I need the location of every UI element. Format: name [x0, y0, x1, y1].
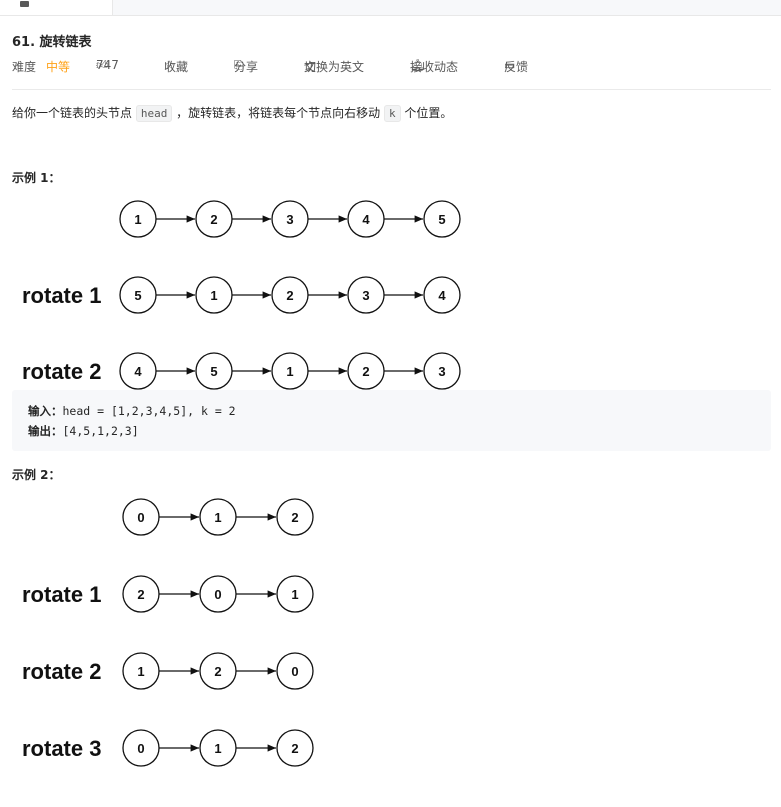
desc-text-1: 给你一个链表的头节点 — [12, 106, 136, 120]
tab-bar — [0, 0, 781, 16]
node-value: 2 — [362, 364, 369, 379]
node-value: 1 — [286, 364, 293, 379]
node-value: 0 — [291, 664, 298, 679]
node-value: 1 — [214, 741, 221, 756]
page-title: 61. 旋转链表 — [12, 35, 92, 50]
code-head: head — [135, 105, 173, 122]
tab-description[interactable] — [0, 0, 113, 15]
problem-description: 给你一个链表的头节点 head ，旋转链表，将链表每个节点向右移动 k 个位置。 — [12, 104, 453, 122]
input-label: 输入： — [28, 404, 63, 418]
node-value: 2 — [291, 741, 298, 756]
like-count: 747 — [96, 58, 119, 72]
node-value: 1 — [137, 664, 144, 679]
example-1-title: 示例 1： — [12, 171, 61, 185]
node-value: 0 — [214, 587, 221, 602]
input-value: head = [1,2,3,4,5], k = 2 — [62, 404, 236, 418]
example-1-io-block: 输入：head = [1,2,3,4,5], k = 2 输出：[4,5,1,2… — [12, 390, 771, 451]
node-value: 4 — [362, 212, 370, 227]
rotate-label: rotate 1 — [22, 582, 101, 607]
tab-icon — [20, 1, 29, 7]
subscribe-label: 接收动态 — [410, 60, 459, 74]
divider — [12, 89, 771, 90]
output-label: 输出： — [28, 424, 63, 438]
rotate-label: rotate 2 — [22, 659, 101, 684]
node-value: 2 — [214, 664, 221, 679]
input-line: 输入：head = [1,2,3,4,5], k = 2 — [28, 403, 236, 419]
node-value: 5 — [438, 212, 445, 227]
node-value: 3 — [362, 288, 369, 303]
difficulty-badge: 中等 — [46, 60, 71, 74]
node-value: 5 — [134, 288, 141, 303]
node-value: 2 — [210, 212, 217, 227]
node-value: 4 — [134, 364, 142, 379]
rotate-label: rotate 2 — [22, 359, 101, 384]
desc-text-3: 个位置。 — [400, 106, 453, 120]
feedback-label: 反馈 — [504, 60, 529, 74]
node-value: 4 — [438, 288, 446, 303]
rotate-label: rotate 1 — [22, 283, 101, 308]
output-value: [4,5,1,2,3] — [62, 424, 139, 438]
example-2-diagram: 0 1 2 rotate 1 2 0 1 rotate 2 1 2 0 rotate 3 0 1 2 — [22, 498, 314, 767]
code-k: k — [383, 105, 401, 122]
node-value: 1 — [214, 510, 221, 525]
desc-text-2: ，旋转链表，将链表每个节点向右移动 — [172, 106, 384, 120]
collect-label: 收藏 — [164, 60, 189, 74]
node-value: 2 — [137, 587, 144, 602]
rotate-label: rotate 3 — [22, 736, 101, 761]
example-2-title: 示例 2： — [12, 468, 61, 482]
node-value: 2 — [286, 288, 293, 303]
output-line: 输出：[4,5,1,2,3] — [28, 423, 139, 439]
node-value: 1 — [210, 288, 217, 303]
node-value: 3 — [286, 212, 293, 227]
example-1-diagram: 1 2 3 4 5 rotate 1 5 1 2 3 4 rotate 2 4 5 1 2 3 — [22, 200, 461, 390]
node-value: 0 — [137, 510, 144, 525]
node-value: 2 — [291, 510, 298, 525]
node-value: 1 — [134, 212, 141, 227]
node-value: 5 — [210, 364, 217, 379]
node-value: 3 — [438, 364, 445, 379]
share-label: 分享 — [234, 60, 259, 74]
node-value: 0 — [137, 741, 144, 756]
switch-language-label: 切换为英文 — [304, 60, 365, 74]
node-value: 1 — [291, 587, 298, 602]
difficulty-label: 难度 — [12, 60, 37, 74]
